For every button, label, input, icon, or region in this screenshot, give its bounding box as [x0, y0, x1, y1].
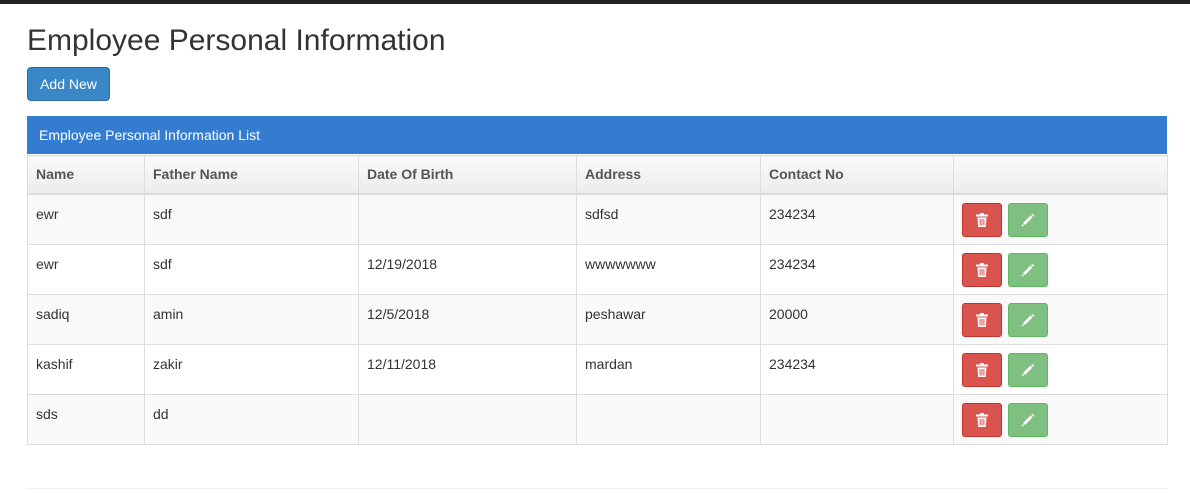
column-header-name: Name: [27, 155, 145, 195]
cell-date-of-birth: [358, 393, 577, 445]
column-header-father-name: Father Name: [144, 155, 359, 195]
cell-actions: [953, 293, 1168, 345]
column-header-actions: [953, 155, 1168, 195]
table-row: ewr sdf 12/19/2018 wwwwwww 234234: [27, 243, 1168, 295]
cell-date-of-birth: 12/19/2018: [358, 243, 577, 295]
delete-button[interactable]: [962, 352, 1002, 387]
edit-button[interactable]: [1007, 203, 1048, 237]
edit-button[interactable]: [1007, 252, 1048, 287]
cell-address: [576, 393, 761, 445]
cell-contact-no: [760, 393, 954, 445]
cell-date-of-birth: 12/5/2018: [358, 293, 577, 345]
delete-button[interactable]: [962, 302, 1002, 337]
cell-father-name: zakir: [144, 343, 359, 395]
column-header-address: Address: [576, 155, 761, 195]
delete-button[interactable]: [962, 203, 1002, 237]
cell-address: peshawar: [576, 293, 761, 345]
column-header-date-of-birth: Date Of Birth: [358, 155, 577, 195]
table-row: sds dd: [27, 393, 1168, 445]
cell-date-of-birth: 12/11/2018: [358, 343, 577, 395]
footer-divider: [27, 488, 1167, 489]
table-row: sadiq amin 12/5/2018 peshawar 20000: [27, 293, 1168, 345]
cell-father-name: amin: [144, 293, 359, 345]
delete-button[interactable]: [962, 402, 1002, 437]
cell-name: ewr: [27, 243, 145, 295]
cell-father-name: sdf: [144, 193, 359, 245]
edit-button[interactable]: [1007, 352, 1048, 387]
table-row: ewr sdf sdfsd 234234: [27, 193, 1168, 245]
cell-name: ewr: [27, 193, 145, 245]
page-title: Employee Personal Information: [27, 24, 446, 57]
column-header-contact-no: Contact No: [760, 155, 954, 195]
add-new-button[interactable]: Add New: [27, 67, 110, 101]
cell-address: mardan: [576, 343, 761, 395]
table-header-row: Name Father Name Date Of Birth Address C…: [27, 155, 1168, 195]
panel-heading: Employee Personal Information List: [27, 116, 1167, 154]
cell-address: sdfsd: [576, 193, 761, 245]
cell-actions: [953, 343, 1168, 395]
cell-father-name: sdf: [144, 243, 359, 295]
top-bar: [0, 0, 1190, 4]
employee-table: Name Father Name Date Of Birth Address C…: [27, 155, 1168, 445]
cell-actions: [953, 393, 1168, 445]
cell-actions: [953, 243, 1168, 295]
delete-button[interactable]: [962, 252, 1002, 287]
cell-contact-no: 234234: [760, 243, 954, 295]
table-row: kashif zakir 12/11/2018 mardan 234234: [27, 343, 1168, 395]
cell-father-name: dd: [144, 393, 359, 445]
cell-name: sds: [27, 393, 145, 445]
cell-address: wwwwwww: [576, 243, 761, 295]
cell-name: kashif: [27, 343, 145, 395]
cell-contact-no: 20000: [760, 293, 954, 345]
cell-contact-no: 234234: [760, 343, 954, 395]
cell-actions: [953, 193, 1168, 245]
cell-contact-no: 234234: [760, 193, 954, 245]
edit-button[interactable]: [1007, 302, 1048, 337]
edit-button[interactable]: [1007, 402, 1048, 437]
cell-name: sadiq: [27, 293, 145, 345]
cell-date-of-birth: [358, 193, 577, 245]
